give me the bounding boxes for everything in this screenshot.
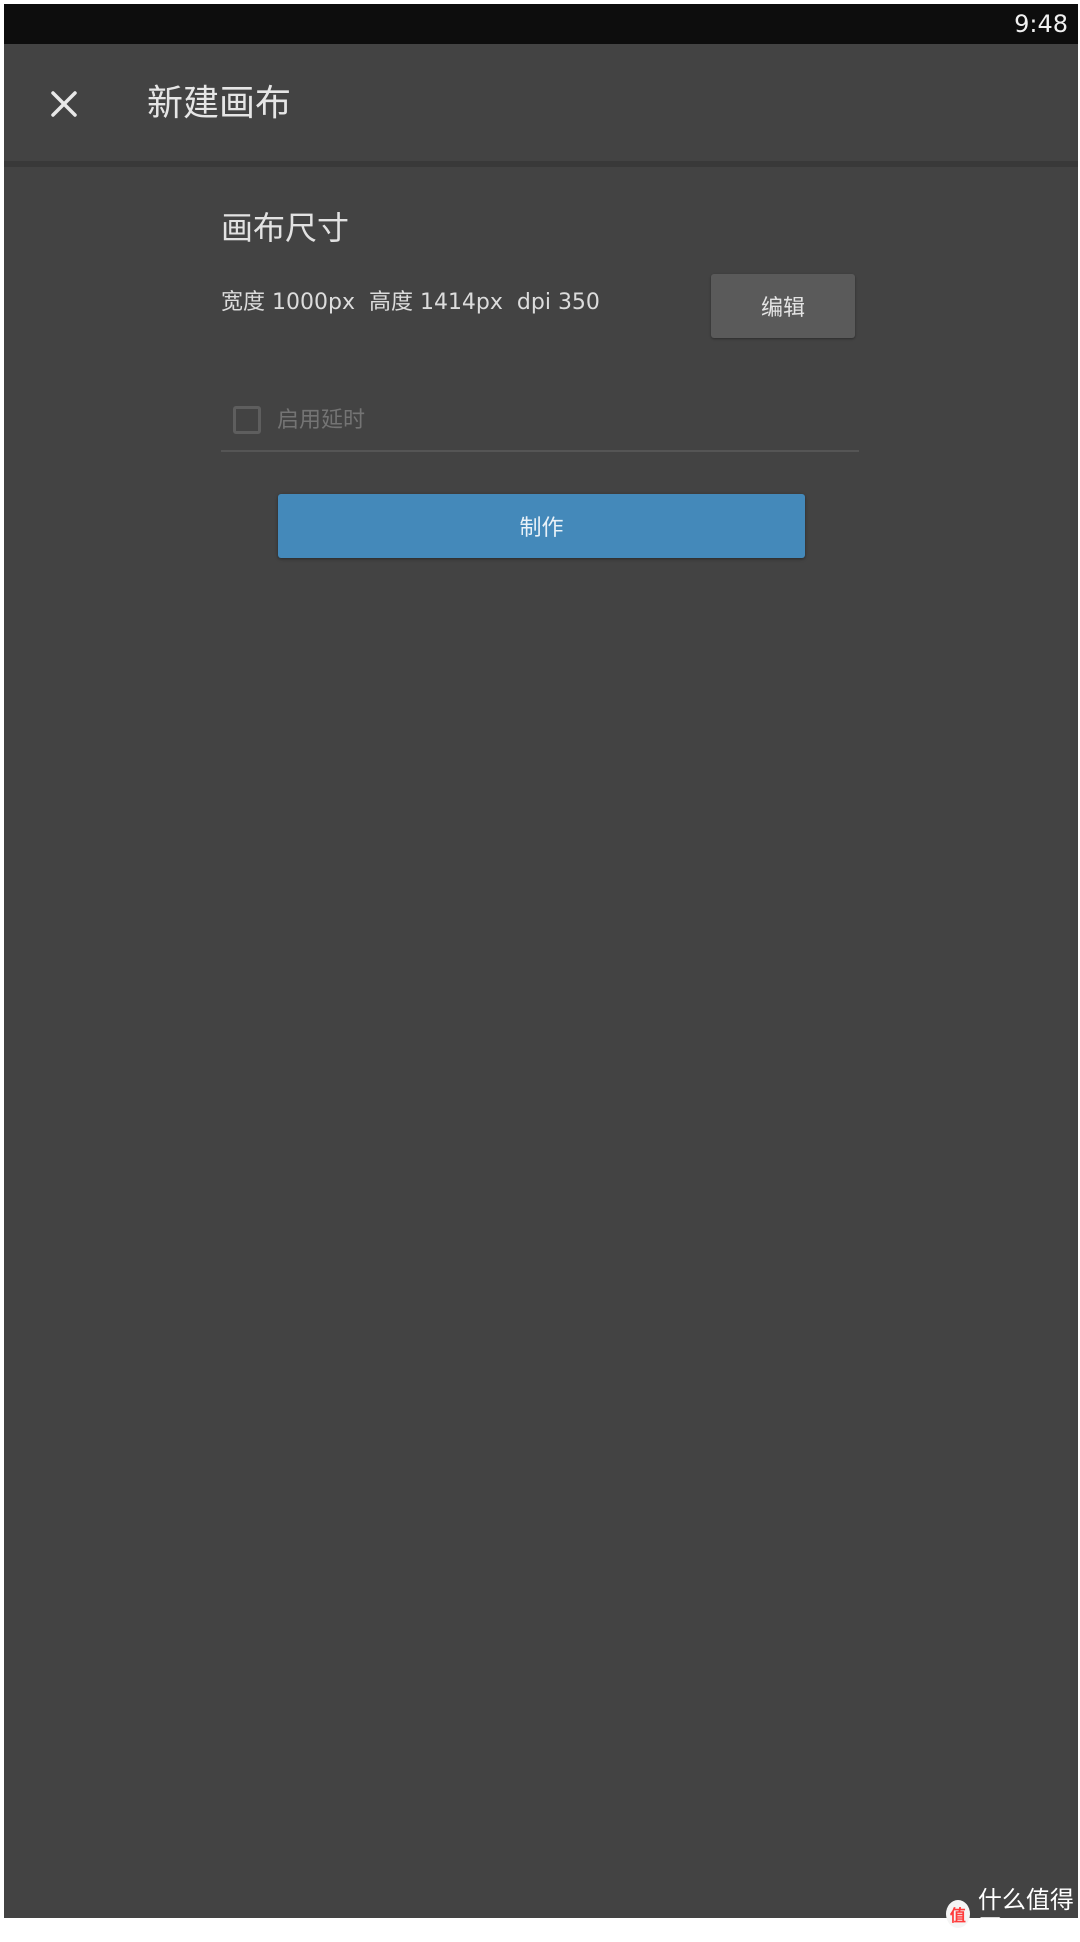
watermark: 值 什么值得买	[946, 1886, 1080, 1942]
canvas-size-heading: 画布尺寸	[221, 209, 350, 247]
app-bar: 新建画布	[4, 44, 1078, 167]
status-time: 9:48	[1014, 10, 1068, 38]
status-bar: 9:48	[4, 4, 1078, 44]
edit-button[interactable]: 编辑	[711, 274, 855, 338]
make-button[interactable]: 制作	[278, 494, 805, 558]
watermark-text: 什么值得买	[977, 1886, 1074, 1942]
canvas-dimensions: 宽度 1000px 高度 1414px dpi 350	[221, 290, 600, 315]
enable-delay-checkbox[interactable]	[233, 406, 261, 434]
watermark-logo: 值	[946, 1900, 970, 1928]
app-screen: 9:48 新建画布 画布尺寸 宽度 1000px 高度 1414px dpi 3…	[4, 4, 1078, 1918]
enable-delay-row[interactable]: 启用延时	[221, 402, 859, 452]
close-button[interactable]	[34, 74, 94, 134]
enable-delay-label: 启用延时	[277, 408, 366, 433]
close-icon	[51, 91, 77, 117]
page-title: 新建画布	[147, 83, 292, 124]
